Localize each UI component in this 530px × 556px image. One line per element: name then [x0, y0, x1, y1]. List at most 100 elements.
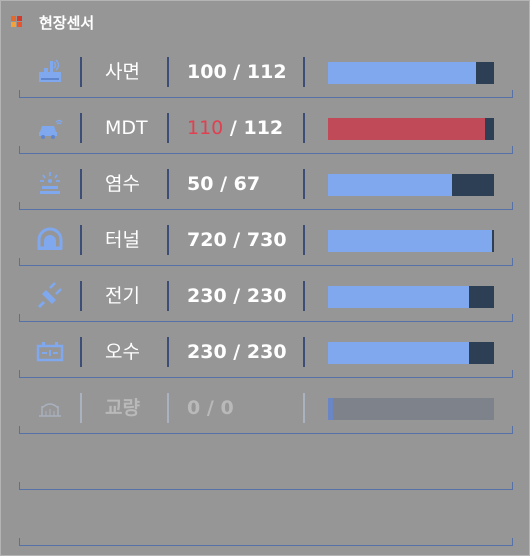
sensor-progress-bar	[328, 286, 494, 308]
bridge-icon	[35, 393, 65, 421]
sensor-progress-bar	[328, 118, 494, 140]
sensor-label: 염수	[105, 173, 140, 195]
sensor-label: 터널	[105, 229, 140, 251]
sensor-current: 50	[187, 173, 214, 195]
count-separator: /	[220, 173, 228, 195]
row-bracket-right	[512, 146, 513, 154]
column-divider	[167, 281, 169, 311]
column-divider	[80, 281, 82, 311]
row-underline	[19, 153, 513, 154]
sensor-total: 0	[220, 397, 234, 419]
sensor-label: 사면	[105, 61, 140, 83]
sensor-current: 0	[187, 397, 201, 419]
row-underline	[19, 489, 513, 490]
sensor-row-power[interactable]: 전기 230 / 230	[19, 275, 513, 322]
row-underline	[19, 545, 513, 546]
column-divider	[167, 225, 169, 255]
empty-row	[19, 499, 513, 546]
count-separator: /	[233, 341, 241, 363]
column-divider	[167, 337, 169, 367]
progress-fill	[328, 286, 470, 308]
sensor-row-tunnel[interactable]: 터널 720 / 730	[19, 219, 513, 266]
progress-fill	[328, 398, 333, 420]
row-bracket-right	[512, 538, 513, 546]
sensor-count: 0 / 0	[187, 393, 234, 423]
column-divider	[167, 169, 169, 199]
sensor-row-slope[interactable]: 사면 100 / 112	[19, 51, 513, 98]
column-divider	[303, 393, 305, 423]
count-separator: /	[233, 229, 241, 251]
column-divider	[80, 393, 82, 423]
count-separator: /	[229, 117, 237, 139]
sensor-label: MDT	[105, 117, 148, 139]
row-bracket-right	[512, 370, 513, 378]
sensor-current: 230	[187, 285, 227, 307]
row-bracket-right	[512, 426, 513, 434]
sensor-total: 730	[246, 229, 287, 251]
progress-fill	[328, 62, 477, 84]
sensor-label: 전기	[105, 285, 140, 307]
brine-spray-icon	[35, 169, 65, 197]
row-underline	[19, 97, 513, 98]
column-divider	[303, 57, 305, 87]
row-underline	[19, 377, 513, 378]
sensor-count: 100 / 112	[187, 57, 287, 87]
row-bracket-left	[19, 90, 20, 98]
column-divider	[80, 337, 82, 367]
row-underline	[19, 209, 513, 210]
sensor-row-mdt[interactable]: MDT 110 / 112	[19, 107, 513, 154]
sensor-label: 교량	[105, 397, 140, 419]
panel-title: 현장센서	[39, 13, 95, 32]
sensor-current: 110	[187, 117, 224, 139]
progress-fill	[328, 118, 486, 140]
row-bracket-right	[512, 202, 513, 210]
sensor-row-brine[interactable]: 염수 50 / 67	[19, 163, 513, 210]
column-divider	[303, 281, 305, 311]
sensor-total: 230	[246, 285, 287, 307]
sensor-row-sewage[interactable]: 오수 230 / 230	[19, 331, 513, 378]
row-bracket-left	[19, 370, 20, 378]
sensor-count: 720 / 730	[187, 225, 287, 255]
row-bracket-left	[19, 538, 20, 546]
tunnel-icon	[35, 225, 65, 253]
column-divider	[303, 169, 305, 199]
sensor-count: 50 / 67	[187, 169, 260, 199]
row-bracket-right	[512, 314, 513, 322]
column-divider	[167, 113, 169, 143]
column-divider	[167, 57, 169, 87]
count-separator: /	[233, 61, 241, 83]
column-divider	[303, 225, 305, 255]
row-bracket-right	[512, 482, 513, 490]
column-divider	[80, 57, 82, 87]
row-bracket-left	[19, 482, 20, 490]
row-underline	[19, 321, 513, 322]
sensor-progress-bar	[328, 342, 494, 364]
sensor-count: 230 / 230	[187, 337, 287, 367]
count-separator: /	[206, 397, 214, 419]
sensor-row-bridge[interactable]: 교량 0 / 0	[19, 387, 513, 434]
slope-sensor-icon	[35, 57, 65, 85]
sensor-panel: 현장센서 사면 100 / 112 MDT 110 / 112 염수 50 / …	[0, 0, 530, 556]
row-bracket-left	[19, 258, 20, 266]
column-divider	[303, 113, 305, 143]
row-underline	[19, 433, 513, 434]
progress-fill	[328, 342, 470, 364]
sensor-progress-bar	[328, 230, 494, 252]
sensor-total: 230	[246, 341, 287, 363]
row-bracket-right	[512, 258, 513, 266]
sensor-total: 67	[233, 173, 261, 195]
panel-header: 현장센서	[11, 11, 94, 33]
column-divider	[167, 393, 169, 423]
sensor-current: 720	[187, 229, 227, 251]
mdt-vehicle-icon	[35, 113, 65, 141]
column-divider	[80, 113, 82, 143]
count-separator: /	[233, 285, 241, 307]
sensor-count: 230 / 230	[187, 281, 287, 311]
row-bracket-left	[19, 314, 20, 322]
empty-row	[19, 443, 513, 490]
sensor-count: 110 / 112	[187, 113, 283, 143]
sensor-progress-bar	[328, 174, 494, 196]
sensor-total: 112	[243, 117, 284, 139]
row-bracket-right	[512, 90, 513, 98]
sensor-progress-bar	[328, 398, 494, 420]
